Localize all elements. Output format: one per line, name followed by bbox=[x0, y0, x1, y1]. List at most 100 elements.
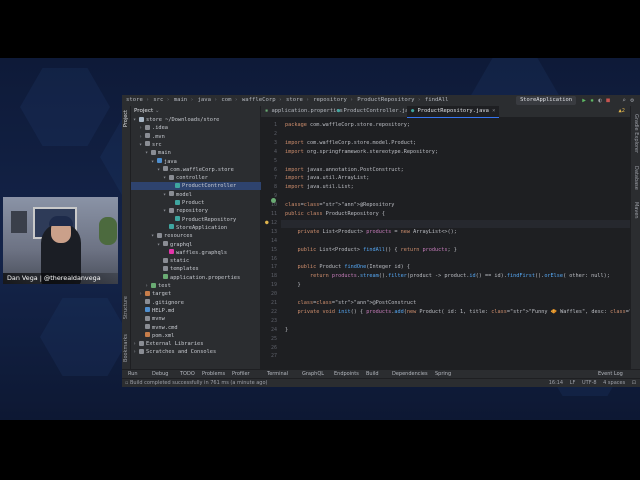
tree-item[interactable]: mvnw bbox=[131, 315, 268, 323]
wall-shelf bbox=[11, 211, 27, 233]
run-icon[interactable]: ▶ bbox=[580, 96, 588, 105]
breadcrumb-item[interactable]: findAll bbox=[425, 97, 449, 103]
tree-item-label: static bbox=[170, 258, 190, 265]
code-editor[interactable]: ▪ application.properties ● ProductContro… bbox=[261, 106, 631, 369]
right-tool-strip: Gradle Explorer Database Maven bbox=[630, 106, 640, 369]
folder-icon bbox=[145, 141, 150, 147]
code-line[interactable]: import javax.annotation.PostConstruct; bbox=[285, 166, 404, 174]
code-area[interactable]: package com.waffleCorp.store.repository;… bbox=[285, 118, 631, 369]
breadcrumb-item[interactable]: com bbox=[221, 97, 231, 103]
code-line[interactable]: private void init() { products.add(new P… bbox=[285, 308, 632, 316]
breadcrumb-item[interactable]: main bbox=[174, 97, 187, 103]
code-line[interactable]: import java.util.ArrayList; bbox=[285, 174, 369, 182]
code-line[interactable]: public List<Product> findAll() { return … bbox=[285, 246, 457, 254]
bean-gutter-icon[interactable] bbox=[271, 198, 276, 203]
indent-setting[interactable]: 4 spaces bbox=[603, 380, 625, 386]
file-encoding[interactable]: UTF-8 bbox=[582, 380, 597, 386]
code-line[interactable]: } bbox=[285, 281, 300, 289]
line-number: 21 bbox=[270, 300, 277, 306]
tree-item-label: java bbox=[164, 158, 177, 165]
tree-item-label: test bbox=[158, 283, 171, 289]
line-number: 23 bbox=[270, 317, 277, 324]
tree-item[interactable]: ▾ src bbox=[131, 141, 268, 149]
code-line[interactable]: return products.stream().filter(product … bbox=[285, 272, 610, 280]
tool-tab-database[interactable]: Database bbox=[633, 166, 639, 190]
tree-item[interactable]: ▾ store ~/Downloads/store bbox=[131, 116, 262, 124]
class-icon bbox=[169, 224, 174, 230]
tree-item[interactable]: mvnw.cmd bbox=[131, 324, 268, 332]
tree-item-label: ProductController bbox=[182, 183, 237, 190]
breadcrumb-item[interactable]: store bbox=[126, 97, 143, 103]
chevron-down-icon[interactable]: ⌄ bbox=[155, 108, 160, 114]
tree-item[interactable]: pom.xml bbox=[131, 332, 268, 340]
tab-product-repository[interactable]: ● ProductRepository.java × bbox=[407, 106, 500, 118]
code-line[interactable]: import org.springframework.stereotype.Re… bbox=[285, 148, 438, 156]
line-number: 3 bbox=[273, 139, 277, 146]
code-line[interactable]: import java.util.List; bbox=[285, 183, 354, 191]
tree-item-label: templates bbox=[170, 266, 199, 273]
status-message[interactable]: Build completed successfully in 761 ms (… bbox=[130, 380, 268, 386]
file-icon bbox=[145, 324, 150, 329]
folder-icon bbox=[145, 290, 150, 296]
line-number: 17 bbox=[270, 264, 277, 271]
code-line[interactable]: private List<Product> products = new Arr… bbox=[285, 228, 457, 236]
tool-tab-structure[interactable]: Structure bbox=[123, 296, 129, 319]
stop-icon[interactable]: ■ bbox=[604, 96, 612, 105]
code-line[interactable]: package com.waffleCorp.store.repository; bbox=[285, 121, 410, 129]
breadcrumb-item[interactable]: java bbox=[198, 97, 211, 103]
markdown-file-icon bbox=[145, 307, 150, 313]
caret-position[interactable]: 16:14 bbox=[549, 380, 563, 386]
tree-item[interactable]: › target bbox=[131, 290, 268, 298]
breadcrumb-item[interactable]: store bbox=[286, 97, 303, 103]
debug-icon[interactable]: ✹ bbox=[588, 96, 596, 105]
coverage-icon[interactable]: ◐ bbox=[596, 96, 604, 105]
tree-item[interactable]: › .idea bbox=[131, 124, 268, 132]
line-number: 22 bbox=[270, 308, 277, 315]
breadcrumb-item[interactable]: repository bbox=[313, 97, 347, 103]
breadcrumb-item[interactable]: ProductRepository bbox=[357, 97, 414, 103]
inspection-warning-badge[interactable]: ▲2 bbox=[619, 106, 626, 117]
tree-item-label: External Libraries bbox=[146, 341, 204, 348]
tree-item[interactable]: › test bbox=[131, 282, 274, 290]
close-icon[interactable]: × bbox=[492, 108, 495, 114]
breadcrumb-item[interactable]: waffleCorp bbox=[242, 97, 276, 103]
chevron-right-icon: › bbox=[349, 97, 354, 103]
presenter-name-label: Dan Vega | @therealdanvega bbox=[3, 273, 118, 284]
code-line[interactable]: } bbox=[285, 326, 288, 334]
breadcrumb-item[interactable]: src bbox=[153, 97, 163, 103]
code-line[interactable]: public class ProductRepository { bbox=[285, 210, 385, 218]
tree-item-label: HELP.md bbox=[152, 307, 175, 314]
line-number: 6 bbox=[273, 166, 277, 173]
code-line[interactable]: class=class="str">"ann">@PostConstruct bbox=[285, 299, 417, 307]
run-configuration-selector[interactable]: StoreApplication bbox=[516, 96, 576, 105]
tool-tab-project[interactable]: Project bbox=[123, 110, 129, 127]
tool-tab-bookmarks[interactable]: Bookmarks bbox=[123, 334, 129, 362]
scratch-icon bbox=[139, 348, 144, 354]
tool-tab-gradle-explorer[interactable]: Gradle Explorer bbox=[633, 114, 639, 153]
tree-item[interactable]: ▾ java bbox=[131, 158, 280, 166]
tree-item[interactable]: › Scratches and Consoles bbox=[131, 348, 262, 356]
folder-icon bbox=[139, 116, 144, 122]
tree-item[interactable]: › .mvn bbox=[131, 133, 268, 141]
settings-icon[interactable]: ⚙ bbox=[628, 96, 636, 105]
chevron-right-icon: › bbox=[214, 97, 218, 103]
bulb-icon[interactable]: ● bbox=[265, 219, 269, 226]
tree-item[interactable]: HELP.md bbox=[131, 307, 268, 315]
folder-icon bbox=[157, 232, 162, 238]
tree-item[interactable]: ▾ resources bbox=[131, 232, 280, 240]
code-line[interactable]: public Product findOne(Integer id) { bbox=[285, 263, 410, 271]
tool-tab-maven[interactable]: Maven bbox=[633, 202, 639, 219]
project-panel-header[interactable]: Project ⌄ bbox=[131, 106, 260, 116]
lock-icon[interactable]: ⊡ bbox=[632, 380, 636, 386]
code-line[interactable]: class=class="str">"ann">@Repository bbox=[285, 201, 394, 209]
folder-icon bbox=[151, 149, 156, 155]
folder-icon bbox=[145, 133, 150, 139]
left-tool-strip: Project Structure Bookmarks bbox=[122, 106, 131, 369]
code-line[interactable]: import com.waffleCorp.store.model.Produc… bbox=[285, 139, 416, 147]
line-number: 15 bbox=[270, 246, 277, 253]
tree-item[interactable]: .gitignore bbox=[131, 299, 268, 307]
line-separator[interactable]: LF bbox=[570, 380, 576, 386]
tree-item[interactable]: › External Libraries bbox=[131, 340, 262, 348]
search-everywhere-icon[interactable]: ⌕ bbox=[620, 96, 628, 105]
tree-item[interactable]: ▾ main bbox=[131, 149, 274, 157]
